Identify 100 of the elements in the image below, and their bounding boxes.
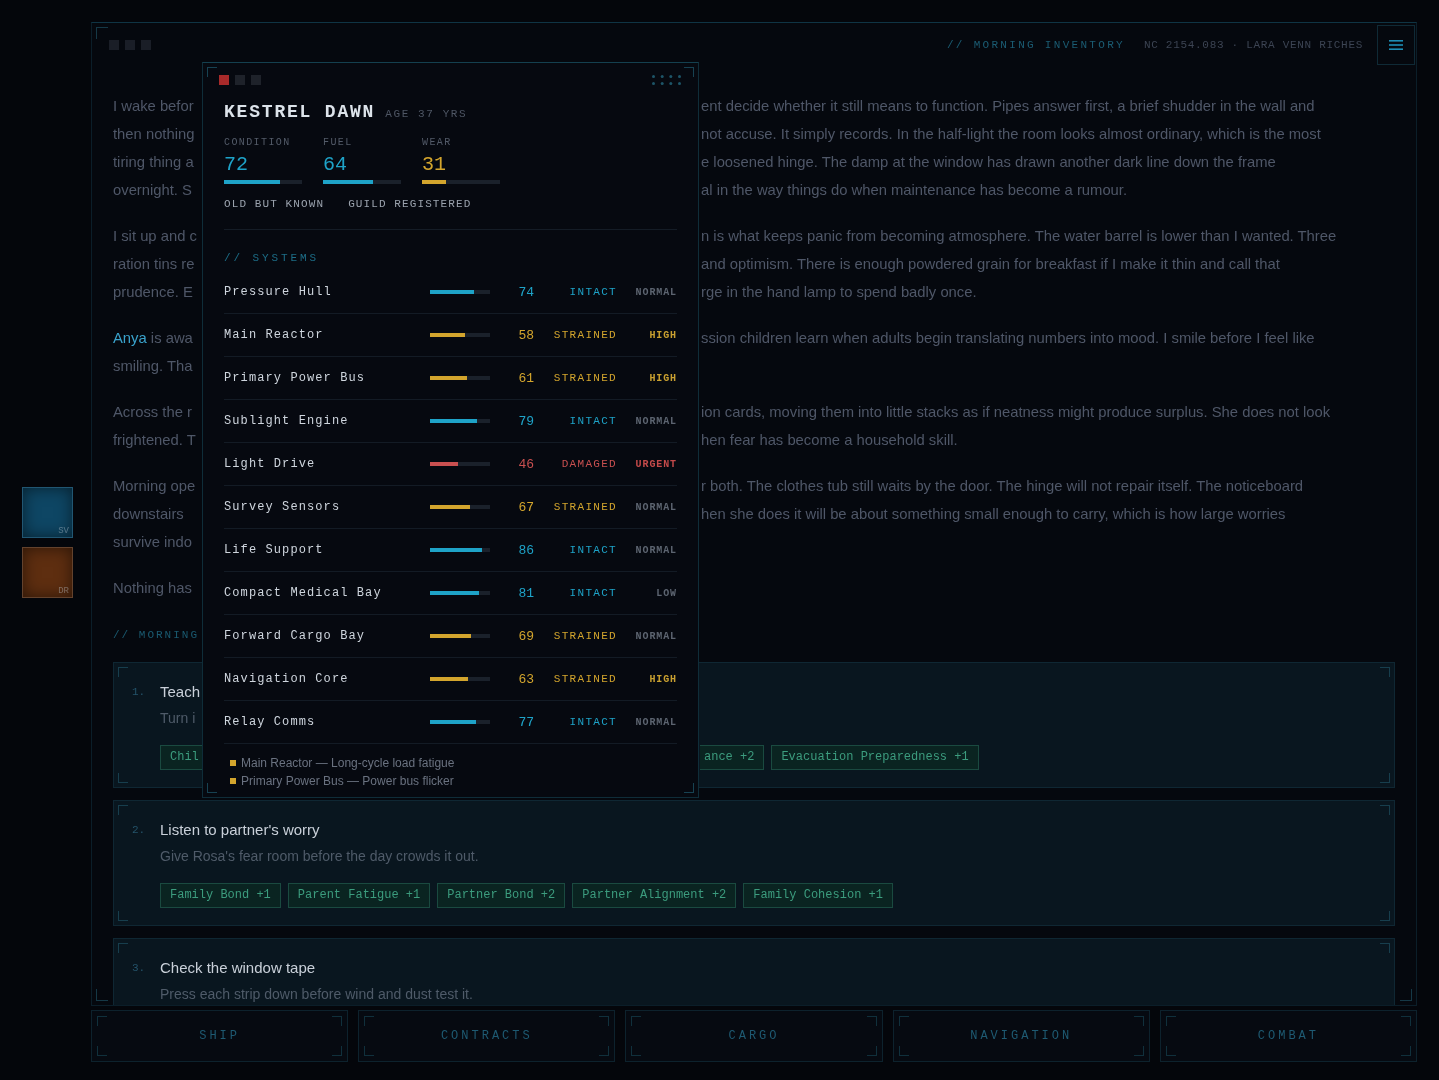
story-text: survive indo: [113, 533, 192, 552]
system-value: 74: [518, 284, 534, 300]
story-text: r both. The clothes tub still waits by the door. The hinge will not repair itself. The noticeboard: [701, 477, 1304, 496]
system-value: 81: [518, 585, 534, 601]
story-text: I sit up and c: [113, 227, 197, 246]
system-priority: HIGH: [649, 673, 677, 685]
system-priority: URGENT: [635, 458, 677, 470]
story-text: overnight. S: [113, 181, 192, 200]
story-text: hen fear has become a household skill.: [701, 431, 958, 450]
note-text: Main Reactor — Long-cycle load fatigue: [241, 756, 455, 770]
system-status: DAMAGED: [561, 458, 617, 470]
task-number: 1.: [132, 686, 146, 698]
system-priority: NORMAL: [635, 716, 677, 728]
task-number: 2.: [132, 824, 146, 836]
system-name: Main Reactor: [224, 328, 324, 342]
task-title: Listen to partner's worry: [160, 820, 320, 840]
system-priority: NORMAL: [635, 415, 677, 427]
system-name: Survey Sensors: [224, 500, 341, 514]
story-text: prudence. E: [113, 283, 193, 302]
system-name: Light Drive: [224, 457, 316, 471]
task-description: Press each strip down before wind and dust test it.: [160, 985, 473, 1004]
story-text: I wake befor: [113, 97, 194, 116]
stat-value: 72: [224, 153, 248, 177]
story-text: rge in the hand lamp to spend badly once.: [701, 283, 977, 302]
task-description: Give Rosa's fear room before the day crowds it out.: [160, 847, 479, 866]
system-status: INTACT: [569, 587, 617, 599]
system-status: INTACT: [569, 415, 617, 427]
story-text: frightened. T: [113, 431, 196, 450]
nav-tab[interactable]: COMBAT: [1159, 1010, 1417, 1062]
effect-tag: Chil: [160, 745, 202, 770]
system-status: STRAINED: [553, 630, 617, 642]
system-name: Primary Power Bus: [224, 371, 366, 385]
system-value: 67: [518, 499, 534, 515]
story-text: ion cards, moving them into little stacks as if neatness might produce surplus. She does not look: [701, 403, 1331, 422]
system-value: 63: [518, 671, 534, 687]
trait-label: OLD BUT KNOWN: [223, 197, 326, 211]
dot-grid-icon[interactable]: [652, 75, 681, 85]
story-text: ration tins re: [113, 255, 195, 274]
story-text: smiling. Tha: [113, 357, 193, 376]
story-text: ssion children learn when adults begin translating numbers into mood. I smile before I feel like: [701, 329, 1315, 348]
character-name: KESTREL DAWN: [224, 101, 376, 123]
system-priority: NORMAL: [635, 501, 677, 513]
system-priority: NORMAL: [635, 630, 677, 642]
stat-label: CONDITION: [224, 137, 291, 149]
story-text: tiring thing a: [113, 153, 194, 172]
system-status: STRAINED: [553, 673, 617, 685]
section-label: // MORNING: [113, 628, 199, 642]
system-priority: HIGH: [649, 372, 677, 384]
section-label: // SYSTEMS: [224, 251, 319, 265]
note-text: Primary Power Bus — Power bus flicker: [241, 774, 454, 788]
effect-tag: Family Cohesion +1: [743, 883, 893, 908]
story-text: then nothing: [113, 125, 195, 144]
system-name: Sublight Engine: [224, 414, 349, 428]
effect-tag: Parent Fatigue +1: [287, 883, 431, 908]
system-value: 58: [518, 327, 534, 343]
stat-label: FUEL: [323, 137, 353, 149]
header-meta: NC 2154.083 · LARA VENN RICHES: [1143, 38, 1363, 51]
system-status: STRAINED: [553, 329, 617, 341]
system-value: 61: [518, 370, 534, 386]
effect-tag: Family Bond +1: [160, 883, 281, 908]
system-value: 46: [518, 456, 534, 472]
task-description: Turn i: [160, 709, 196, 728]
nav-tab[interactable]: SHIP: [91, 1010, 349, 1062]
effect-tag: Partner Alignment +2: [572, 883, 737, 908]
thumbnail-button[interactable]: SV: [22, 486, 73, 538]
stat-value: 31: [422, 153, 446, 177]
trait-label: GUILD REGISTERED: [347, 197, 473, 211]
task-title: Check the window tape: [160, 958, 316, 978]
story-text: hen she does it will be about something small enough to carry, which is how large worries: [701, 505, 1286, 524]
nav-tab[interactable]: CONTRACTS: [358, 1010, 616, 1062]
story-text: and optimism. There is enough powdered grain for breakfast if I make it thin and call that: [701, 255, 1280, 274]
menu-button[interactable]: [1377, 24, 1415, 65]
system-status: STRAINED: [553, 372, 617, 384]
nav-tab[interactable]: CARGO: [625, 1010, 883, 1062]
system-name: Relay Comms: [224, 715, 316, 729]
system-name: Forward Cargo Bay: [224, 629, 366, 643]
system-status: INTACT: [569, 286, 617, 298]
effect-tag: ance +2: [700, 745, 765, 770]
character-age: AGE 37 YRS: [385, 107, 468, 122]
story-text: Morning ope: [113, 477, 196, 496]
system-status: INTACT: [569, 716, 617, 728]
nav-tab[interactable]: NAVIGATION: [892, 1010, 1150, 1062]
story-text: Anya is awa: [113, 329, 193, 348]
system-priority: HIGH: [649, 329, 677, 341]
task-title: Teach: [160, 682, 201, 702]
stat-value: 64: [323, 153, 347, 177]
system-name: Life Support: [224, 543, 324, 557]
section-title: // MORNING INVENTORY: [946, 38, 1125, 51]
story-text: al in the way things do when maintenance has become a rumour.: [701, 181, 1128, 200]
story-text: Nothing has: [113, 579, 192, 598]
story-text: not accuse. It simply records. In the half-light the room looks almost ordinary, which is the most: [701, 125, 1321, 144]
system-status: INTACT: [569, 544, 617, 556]
thumbnail-button[interactable]: DR: [22, 546, 73, 598]
system-value: 79: [518, 413, 534, 429]
system-status: STRAINED: [553, 501, 617, 513]
system-priority: NORMAL: [635, 544, 677, 556]
story-text: ent decide whether it still means to function. Pipes answer first, a brief shudder in the wall and: [701, 97, 1315, 116]
system-value: 69: [518, 628, 534, 644]
system-name: Pressure Hull: [224, 285, 332, 299]
system-value: 77: [518, 714, 534, 730]
